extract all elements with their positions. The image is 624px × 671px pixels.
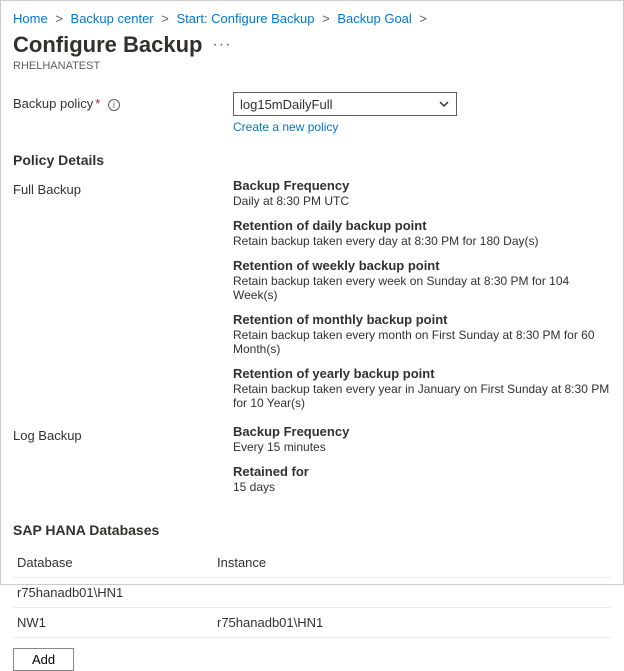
cell-database: r75hanadb01\HN1 [17, 585, 217, 600]
cell-instance [217, 585, 607, 600]
detail-block: Backup Frequency Daily at 8:30 PM UTC [233, 178, 611, 208]
full-backup-label: Full Backup [13, 178, 233, 197]
cell-database: NW1 [17, 615, 217, 630]
log-backup-label: Log Backup [13, 424, 233, 443]
col-instance[interactable]: Instance [217, 555, 607, 570]
col-database[interactable]: Database [17, 555, 217, 570]
detail-block: Retention of weekly backup point Retain … [233, 258, 611, 302]
table-row[interactable]: NW1 r75hanadb01\HN1 [13, 608, 611, 638]
breadcrumb-start-configure[interactable]: Start: Configure Backup [176, 11, 314, 26]
detail-block: Backup Frequency Every 15 minutes [233, 424, 611, 454]
add-button[interactable]: Add [13, 648, 74, 671]
cell-instance: r75hanadb01\HN1 [217, 615, 607, 630]
chevron-down-icon [438, 98, 450, 113]
table-header: Database Instance [13, 548, 611, 578]
databases-header: SAP HANA Databases [13, 522, 611, 538]
breadcrumb-home[interactable]: Home [13, 11, 48, 26]
detail-block: Retained for 15 days [233, 464, 611, 494]
chevron-right-icon: > [161, 11, 169, 26]
breadcrumb-backup-center[interactable]: Backup center [71, 11, 154, 26]
databases-table: Database Instance r75hanadb01\HN1 NW1 r7… [13, 548, 611, 638]
breadcrumb-backup-goal[interactable]: Backup Goal [337, 11, 411, 26]
more-icon[interactable]: ··· [212, 36, 231, 54]
create-new-policy-link[interactable]: Create a new policy [233, 120, 338, 134]
info-icon[interactable]: i [108, 99, 120, 111]
detail-block: Retention of yearly backup point Retain … [233, 366, 611, 410]
breadcrumb: Home > Backup center > Start: Configure … [13, 11, 611, 26]
chevron-right-icon: > [419, 11, 427, 26]
backup-policy-label: Backup policy* i [13, 92, 233, 111]
required-indicator: * [95, 96, 100, 111]
chevron-right-icon: > [55, 11, 63, 26]
detail-block: Retention of daily backup point Retain b… [233, 218, 611, 248]
detail-block: Retention of monthly backup point Retain… [233, 312, 611, 356]
table-row[interactable]: r75hanadb01\HN1 [13, 578, 611, 608]
policy-details-header: Policy Details [13, 152, 611, 168]
backup-policy-value: log15mDailyFull [240, 97, 332, 112]
backup-policy-select[interactable]: log15mDailyFull [233, 92, 457, 116]
page-title: Configure Backup [13, 32, 202, 58]
chevron-right-icon: > [322, 11, 330, 26]
page-subtitle: RHELHANATEST [13, 60, 611, 72]
